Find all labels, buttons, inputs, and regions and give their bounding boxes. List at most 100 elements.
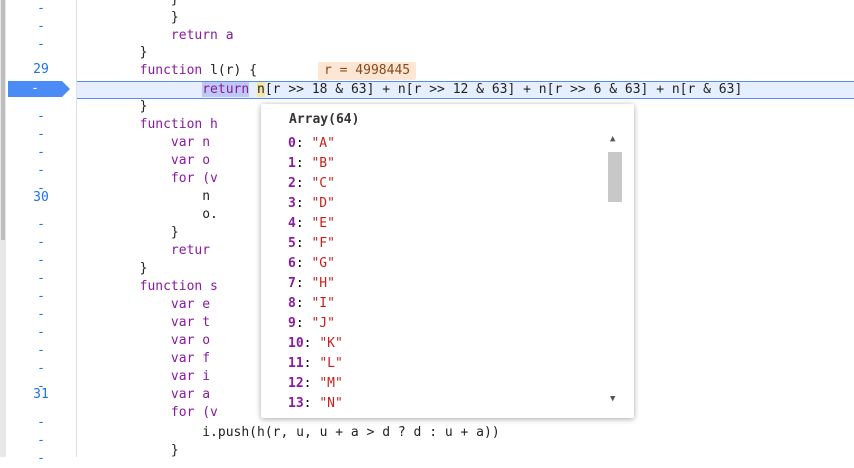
array-item[interactable]: 6: "G" bbox=[288, 254, 335, 274]
array-item[interactable]: 13: "N" bbox=[288, 394, 343, 414]
code-text: var o bbox=[77, 333, 211, 348]
array-index: 3 bbox=[288, 196, 296, 211]
code-text: function s bbox=[77, 279, 218, 294]
code-text: var f bbox=[77, 351, 211, 366]
array-value: "J" bbox=[311, 316, 335, 331]
gutter-line[interactable]: - bbox=[6, 450, 76, 468]
code-text: var a bbox=[77, 387, 211, 402]
inline-value-hint: r = 4998445 bbox=[318, 62, 417, 80]
array-value: "A" bbox=[311, 136, 335, 151]
code-line: } bbox=[77, 0, 854, 9]
array-value: "M" bbox=[319, 376, 343, 391]
code-text: var e bbox=[77, 297, 211, 312]
array-index: 2 bbox=[288, 176, 296, 191]
code-text: function h bbox=[77, 117, 218, 132]
code-text: var i bbox=[77, 369, 211, 384]
scroll-up-arrow-icon[interactable]: ▲ bbox=[610, 134, 615, 144]
code-text: for (v bbox=[77, 171, 218, 186]
code-line: } bbox=[77, 10, 179, 25]
code-line: } bbox=[77, 443, 179, 458]
gutter-line[interactable]: - bbox=[6, 306, 76, 324]
code-text: for (v bbox=[77, 405, 218, 420]
gutter-line[interactable]: - bbox=[6, 252, 76, 270]
code-line: i.push(h(r, u, u + a > d ? d : u + a)) bbox=[77, 425, 500, 440]
array-index: 5 bbox=[288, 236, 296, 251]
gutter-line[interactable]: - bbox=[6, 342, 76, 360]
array-value: "D" bbox=[311, 196, 335, 211]
current-execution-line: return n[r >> 18 & 63] + n[r >> 12 & 63]… bbox=[77, 81, 854, 99]
array-index: 8 bbox=[288, 296, 296, 311]
gutter-line[interactable]: - bbox=[6, 270, 76, 288]
array-index: 6 bbox=[288, 256, 296, 271]
gutter-line-number[interactable]: 31 bbox=[6, 386, 76, 404]
gutter-line[interactable]: - bbox=[6, 414, 76, 432]
array-value: "C" bbox=[311, 176, 335, 191]
code-text: var o bbox=[77, 153, 211, 168]
array-item[interactable]: 2: "C" bbox=[288, 174, 335, 194]
array-item[interactable]: 8: "I" bbox=[288, 294, 335, 314]
return-keyword: return bbox=[202, 82, 250, 97]
code-text: retur bbox=[77, 243, 211, 258]
array-value: "I" bbox=[311, 296, 335, 311]
scroll-down-arrow-icon[interactable]: ▼ bbox=[610, 394, 615, 404]
code-text: var t bbox=[77, 315, 211, 330]
hovered-identifier[interactable]: n bbox=[257, 82, 265, 97]
array-item[interactable]: 7: "H" bbox=[288, 274, 335, 294]
array-value: "L" bbox=[319, 356, 343, 371]
array-item[interactable]: 4: "E" bbox=[288, 214, 335, 234]
array-value: "F" bbox=[311, 236, 335, 251]
code-line: function l(r) { bbox=[77, 62, 854, 80]
array-index: 1 bbox=[288, 156, 296, 171]
array-index: 7 bbox=[288, 276, 296, 291]
array-item[interactable]: 11: "L" bbox=[288, 354, 343, 374]
breakpoint-marker[interactable]: - bbox=[8, 81, 70, 97]
array-value: "B" bbox=[311, 156, 335, 171]
array-item[interactable]: 5: "F" bbox=[288, 234, 335, 254]
array-item[interactable]: 12: "M" bbox=[288, 374, 343, 394]
popover-title[interactable]: Array(64) bbox=[289, 112, 359, 127]
gutter-line[interactable]: - bbox=[6, 216, 76, 234]
array-item[interactable]: 0: "A" bbox=[288, 134, 335, 154]
gutter-line[interactable]: - bbox=[6, 162, 76, 180]
gutter-line[interactable]: - bbox=[6, 36, 76, 54]
array-value: "E" bbox=[311, 216, 335, 231]
gutter-line[interactable]: - bbox=[6, 324, 76, 342]
array-index: 10 bbox=[288, 336, 304, 351]
gutter-line[interactable]: - bbox=[6, 144, 76, 162]
array-item[interactable]: 9: "J" bbox=[288, 314, 335, 334]
gutter-line[interactable]: - bbox=[6, 108, 76, 126]
array-value: "G" bbox=[311, 256, 335, 271]
popover-scrollbar-thumb[interactable] bbox=[608, 152, 622, 202]
array-item[interactable]: 1: "B" bbox=[288, 154, 335, 174]
gutter-line[interactable]: - bbox=[6, 360, 76, 378]
array-index: 0 bbox=[288, 136, 296, 151]
code-text: var n bbox=[77, 135, 211, 150]
code-text: [r >> 18 & 63] + n[r >> 12 & 63] + n[r >… bbox=[264, 82, 743, 97]
array-index: 4 bbox=[288, 216, 296, 231]
array-item[interactable]: 3: "D" bbox=[288, 194, 335, 214]
array-index: 12 bbox=[288, 376, 304, 391]
gutter-line-number[interactable]: 30 bbox=[6, 189, 76, 207]
code-line: } bbox=[77, 45, 148, 60]
array-value: "N" bbox=[319, 396, 343, 411]
gutter-line-number[interactable]: 29 bbox=[6, 61, 76, 79]
code-text: function bbox=[77, 63, 211, 78]
gutter-line[interactable]: - bbox=[6, 432, 76, 450]
gutter-line[interactable]: - bbox=[6, 288, 76, 306]
code-text: return a bbox=[77, 28, 234, 43]
line-gutter: - - - 29 - - - - - - 30 - - - - - - - - … bbox=[6, 0, 77, 466]
gutter-line[interactable]: - bbox=[6, 234, 76, 252]
array-index: 13 bbox=[288, 396, 304, 411]
array-value: "K" bbox=[319, 336, 343, 351]
array-item[interactable]: 10: "K" bbox=[288, 334, 343, 354]
object-preview-popover[interactable]: Array(64) 0: "A" 1: "B" 2: "C" 3: "D" 4:… bbox=[261, 104, 634, 418]
array-index: 11 bbox=[288, 356, 304, 371]
gutter-line[interactable]: - bbox=[6, 0, 76, 18]
editor-scrollbar-thumb[interactable] bbox=[1, 0, 5, 240]
array-index: 9 bbox=[288, 316, 296, 331]
code-line: return a bbox=[77, 27, 854, 45]
gutter-line[interactable]: - bbox=[6, 18, 76, 36]
gutter-line[interactable]: - bbox=[6, 126, 76, 144]
code-text: l(r) { bbox=[210, 63, 258, 78]
popover-scrollbar[interactable]: ▲ ▼ bbox=[606, 134, 624, 404]
